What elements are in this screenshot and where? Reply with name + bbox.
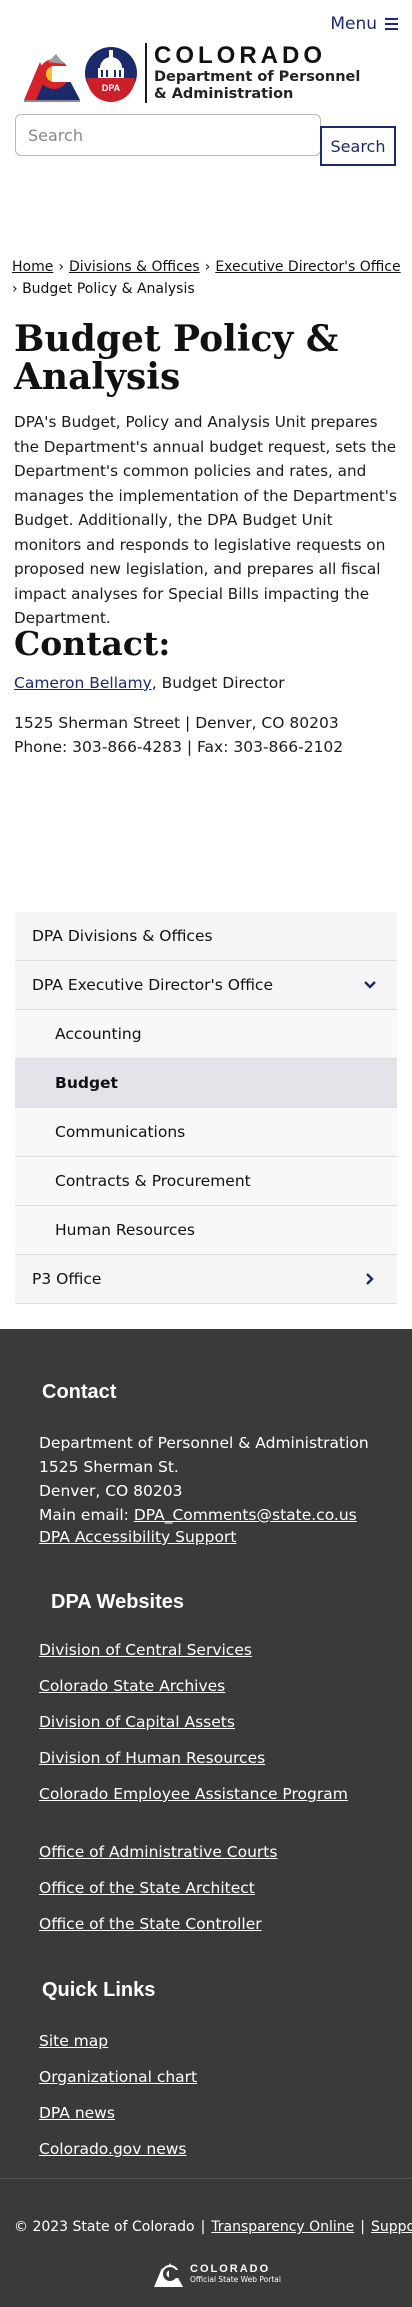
- search-input[interactable]: [15, 114, 321, 156]
- breadcrumb-separator: ›: [58, 259, 64, 275]
- nav-item-accounting[interactable]: Accounting: [15, 1010, 397, 1059]
- footer-email-line: Main email: DPA_Comments@state.co.us: [39, 1506, 357, 1524]
- search-button[interactable]: Search: [320, 126, 396, 166]
- breadcrumb-home[interactable]: Home: [12, 259, 53, 275]
- transparency-link[interactable]: Transparency Online: [211, 2219, 354, 2235]
- footer-link-human-resources[interactable]: Division of Human Resources: [39, 1749, 265, 1767]
- contact-name-link[interactable]: Cameron Bellamy: [14, 674, 152, 692]
- site-footer: Contact Department of Personnel & Admini…: [0, 1329, 412, 2307]
- menu-button[interactable]: Menu: [330, 14, 398, 34]
- logo-divider: [145, 43, 147, 103]
- portal-subtitle: Official State Web Portal: [190, 2274, 281, 2284]
- hamburger-icon: [385, 18, 398, 30]
- footer-link-central-services[interactable]: Division of Central Services: [39, 1641, 252, 1659]
- logo-state-name: COLORADO: [154, 42, 326, 69]
- copyright-line: © 2023 State of Colorado | Transparency On…: [14, 2219, 412, 2235]
- nav-item-human-resources[interactable]: Human Resources: [15, 1206, 397, 1255]
- dpa-seal-icon: DPA: [85, 47, 137, 102]
- contact-person: Cameron Bellamy, Budget Director: [14, 674, 285, 692]
- nav-item-budget[interactable]: Budget: [15, 1059, 397, 1108]
- logo-dept-line2: & Administration: [154, 86, 294, 102]
- footer-link-capital-assets[interactable]: Division of Capital Assets: [39, 1713, 235, 1731]
- phone-line: Phone: 303-866-4283 | Fax: 303-866-2102: [14, 738, 344, 756]
- chevron-down-icon[interactable]: [361, 976, 379, 994]
- copyright-divider: [0, 2178, 412, 2179]
- footer-contact-line: Denver, CO 80203: [39, 1482, 183, 1500]
- footer-contact-line: 1525 Sherman St.: [39, 1458, 179, 1476]
- footer-link-state-architect[interactable]: Office of the State Architect: [39, 1879, 255, 1897]
- nav-item-communications[interactable]: Communications: [15, 1108, 397, 1157]
- address-line: 1525 Sherman Street | Denver, CO 80203: [14, 714, 339, 732]
- colorado-logo-icon: [24, 54, 82, 102]
- nav-item-contracts-procurement[interactable]: Contracts & Procurement: [15, 1157, 397, 1206]
- breadcrumb-separator: ›: [12, 281, 18, 297]
- section-nav: DPA Divisions & Offices DPA Executive Di…: [15, 912, 397, 1304]
- breadcrumb-edo[interactable]: Executive Director's Office: [215, 259, 400, 275]
- copyright-text: © 2023 State of Colorado: [14, 2219, 195, 2235]
- footer-contact-line: Department of Personnel & Administration: [39, 1434, 369, 1452]
- page-title: Budget Policy & Analysis: [14, 318, 339, 398]
- footer-link-dpa-news[interactable]: DPA news: [39, 2104, 115, 2122]
- nav-item-executive-directors-office[interactable]: DPA Executive Director's Office: [15, 961, 397, 1010]
- menu-label: Menu: [330, 14, 377, 34]
- footer-accessibility-link[interactable]: DPA Accessibility Support: [39, 1528, 236, 1546]
- contact-address: 1525 Sherman Street | Denver, CO 80203 P…: [14, 711, 343, 759]
- chevron-right-icon[interactable]: [361, 1270, 379, 1288]
- breadcrumb-divisions[interactable]: Divisions & Offices: [69, 259, 200, 275]
- state-portal-logo[interactable]: COLORADO Official State Web Portal: [153, 2257, 281, 2289]
- breadcrumb: Home › Divisions & Offices › Executive Direc…: [12, 256, 402, 300]
- footer-email-link[interactable]: DPA_Comments@state.co.us: [134, 1506, 357, 1524]
- site-header: Menu DPA COLORADO Department of Personne…: [0, 0, 412, 175]
- footer-contact-heading: Contact: [42, 1381, 117, 1403]
- contact-role: , Budget Director: [151, 674, 285, 692]
- breadcrumb-separator: ›: [204, 259, 211, 275]
- footer-link-administrative-courts[interactable]: Office of Administrative Courts: [39, 1843, 277, 1861]
- footer-quick-links-heading: Quick Links: [42, 1979, 156, 2001]
- footer-link-colorado-news[interactable]: Colorado.gov news: [39, 2140, 186, 2158]
- breadcrumb-current: Budget Policy & Analysis: [22, 281, 195, 297]
- footer-link-site-map[interactable]: Site map: [39, 2032, 108, 2050]
- colorado-portal-icon: [154, 2263, 184, 2287]
- logo-dept-line1: Department of Personnel: [154, 69, 361, 85]
- footer-link-org-chart[interactable]: Organizational chart: [39, 2068, 197, 2086]
- intro-paragraph: DPA's Budget, Policy and Analysis Unit p…: [14, 413, 397, 627]
- support-link[interactable]: Support: [371, 2219, 412, 2235]
- nav-item-divisions[interactable]: DPA Divisions & Offices: [15, 912, 397, 961]
- footer-link-employee-assistance[interactable]: Colorado Employee Assistance Program: [39, 1785, 348, 1803]
- portal-title: COLORADO: [190, 2262, 271, 2275]
- svg-text:DPA: DPA: [102, 83, 121, 93]
- footer-link-state-archives[interactable]: Colorado State Archives: [39, 1677, 225, 1695]
- footer-websites-heading: DPA Websites: [51, 1591, 184, 1613]
- footer-link-state-controller[interactable]: Office of the State Controller: [39, 1915, 262, 1933]
- nav-item-p3-office[interactable]: P3 Office: [15, 1255, 397, 1304]
- dpa-logo[interactable]: DPA COLORADO Department of Personnel & A…: [22, 42, 360, 104]
- contact-heading: Contact:: [14, 624, 171, 663]
